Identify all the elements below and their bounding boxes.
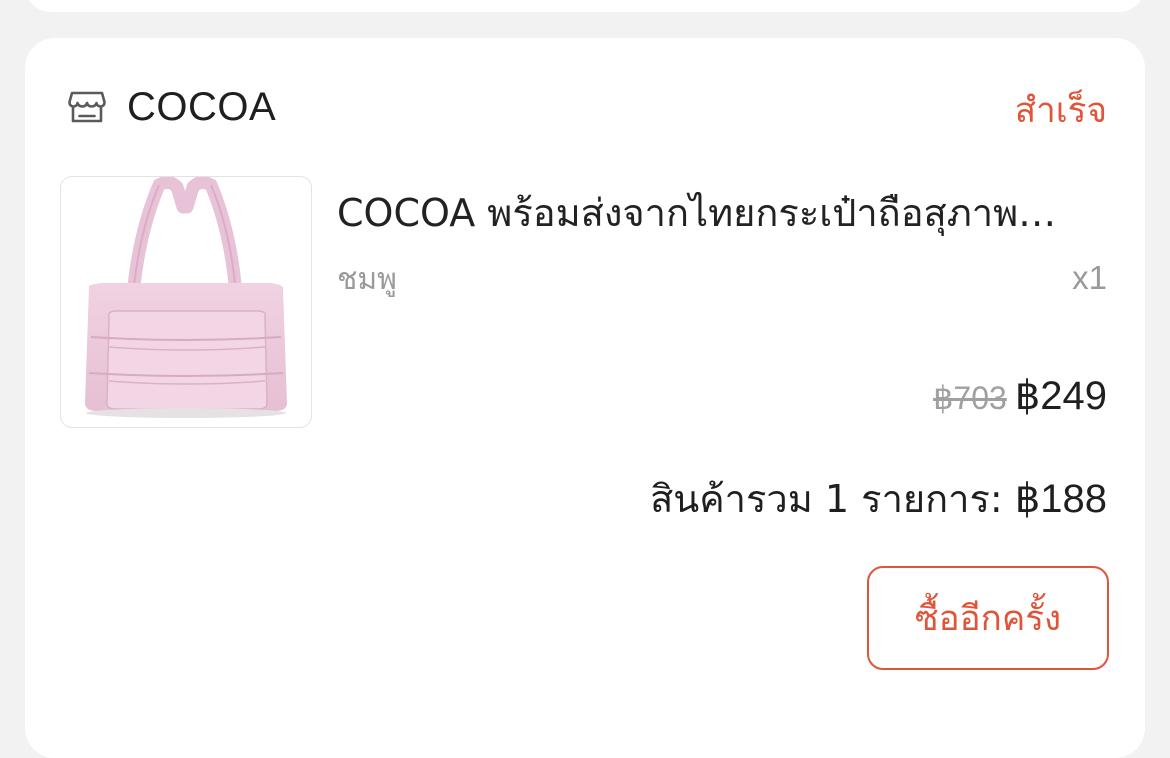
original-price: ฿703	[933, 380, 1007, 416]
price-row: ฿703 ฿249	[933, 373, 1107, 419]
product-image[interactable]	[60, 176, 312, 428]
shop-name: COCOA	[127, 84, 277, 129]
order-status: สำเร็จ	[1014, 91, 1107, 131]
tote-bag-image	[85, 177, 287, 418]
product-title[interactable]: COCOA พร้อมส่งจากไทยกระเป๋าถือสุภาพ…	[337, 188, 1107, 238]
order-total-amount: ฿188	[1014, 477, 1107, 521]
buy-again-button[interactable]: ซื้ออีกครั้ง	[867, 566, 1109, 670]
product-quantity: x1	[1072, 259, 1107, 296]
shop-header[interactable]: COCOA	[67, 84, 277, 129]
previous-order-card	[25, 0, 1145, 12]
product-variant: ชมพู	[337, 262, 397, 297]
order-total: สินค้ารวม 1 รายการ: ฿188	[650, 474, 1107, 524]
store-icon	[67, 87, 107, 127]
current-price: ฿249	[1014, 374, 1107, 418]
order-card: COCOA สำเร็จ COCOA พร้อมส่งจากไทยกระเป๋า…	[25, 38, 1145, 758]
order-total-label: สินค้ารวม 1 รายการ:	[650, 477, 1015, 521]
